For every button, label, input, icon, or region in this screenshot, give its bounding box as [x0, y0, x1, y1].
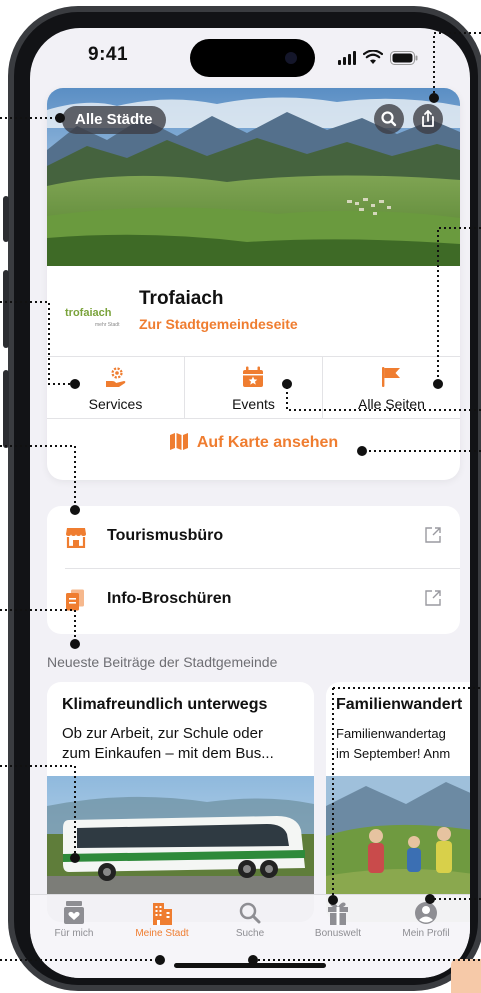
- external-link-icon: [425, 527, 441, 543]
- post-title: Klimafreundlich unterwegs: [62, 696, 268, 713]
- category-services[interactable]: Services: [47, 358, 184, 418]
- category-label: Events: [232, 396, 275, 412]
- calendar-star-icon: [243, 366, 263, 387]
- list-item-label: Tourismusbüro: [107, 527, 224, 544]
- category-label: Alle Seiten: [358, 396, 425, 412]
- post-card[interactable]: Familienwandert Familienwandertag im Sept…: [326, 682, 470, 922]
- gift-icon: [328, 902, 348, 925]
- wifi-icon: [363, 50, 383, 64]
- status-time: 9:41: [88, 44, 129, 65]
- corner-accent: [451, 959, 481, 993]
- town-page-link[interactable]: Zur Stadtgemeindeseite: [139, 316, 298, 332]
- home-indicator: [174, 963, 326, 968]
- profile-icon: [415, 902, 437, 924]
- tab-label: Suche: [235, 928, 265, 939]
- divider: [47, 356, 460, 357]
- category-label: Services: [88, 396, 143, 412]
- tab-label: Bonuswelt: [314, 928, 362, 939]
- post-card[interactable]: Klimafreundlich unterwegs Ob zur Arbeit,…: [47, 682, 314, 922]
- town-card: Alle Städte trofaiach mehr Stadt Trofaia…: [47, 88, 460, 480]
- brochure-icon: [66, 589, 84, 611]
- map-link-label: Auf Karte ansehen: [196, 434, 339, 451]
- category-events[interactable]: Events: [185, 358, 322, 418]
- town-logo: trofaiach mehr Stadt: [65, 304, 121, 333]
- share-button[interactable]: [413, 104, 443, 134]
- phone-side-button: [3, 370, 9, 448]
- tab-meine-stadt[interactable]: Meine Stadt: [118, 901, 206, 939]
- post-excerpt: Familienwandertag im September! Anm: [336, 726, 451, 761]
- battery-icon: [390, 51, 418, 65]
- post-excerpt: Ob zur Arbeit, zur Schule oder zum Einkau…: [62, 725, 274, 762]
- search-button[interactable]: [374, 104, 404, 134]
- city-buildings-icon: [153, 903, 172, 925]
- status-icons: [338, 50, 418, 65]
- category-all-pages[interactable]: Alle Seiten: [323, 358, 460, 418]
- external-link-icon: [425, 590, 441, 606]
- tab-fuer-mich[interactable]: Für mich: [30, 901, 118, 939]
- list-item-label: Info-Broschüren: [107, 590, 232, 607]
- post-title: Familienwandert: [336, 696, 463, 713]
- tab-label: Meine Stadt: [135, 928, 189, 939]
- divider: [47, 418, 460, 419]
- map-link[interactable]: Auf Karte ansehen: [47, 432, 460, 452]
- city-filter-chip[interactable]: Alle Städte: [62, 106, 166, 134]
- search-icon: [239, 902, 261, 924]
- svg-text:mehr Stadt: mehr Stadt: [95, 322, 120, 328]
- svg-text:trofaiach: trofaiach: [65, 307, 112, 319]
- section-title: Neueste Beiträge der Stadtgemeinde: [47, 654, 278, 670]
- list-item-info-broschueren[interactable]: Info-Broschüren: [47, 569, 460, 631]
- gift-heart-icon: [64, 901, 84, 924]
- tab-label: Mein Profil: [402, 928, 450, 939]
- phone-side-button: [3, 270, 9, 348]
- phone-screen: 9:41 Alle Städte trofaiach mehr Stadt Tr…: [30, 28, 470, 978]
- search-icon: [381, 111, 397, 127]
- tab-suche[interactable]: Suche: [206, 901, 294, 939]
- tab-bonuswelt[interactable]: Bonuswelt: [294, 901, 382, 939]
- services-hand-gear-icon: [106, 367, 126, 387]
- map-icon: [169, 433, 188, 450]
- share-icon: [422, 110, 434, 127]
- flag-icon: [382, 367, 400, 387]
- links-list: Tourismusbüro Info-Broschüren: [47, 506, 460, 634]
- tab-label: Für mich: [54, 928, 94, 939]
- storefront-icon: [66, 528, 86, 548]
- list-item-tourismusbuero[interactable]: Tourismusbüro: [47, 506, 460, 568]
- dynamic-island: [190, 39, 315, 77]
- phone-side-button: [3, 196, 9, 242]
- tab-mein-profil[interactable]: Mein Profil: [382, 901, 470, 939]
- town-name: Trofaiach: [139, 288, 224, 309]
- cellular-signal-icon: [338, 51, 356, 65]
